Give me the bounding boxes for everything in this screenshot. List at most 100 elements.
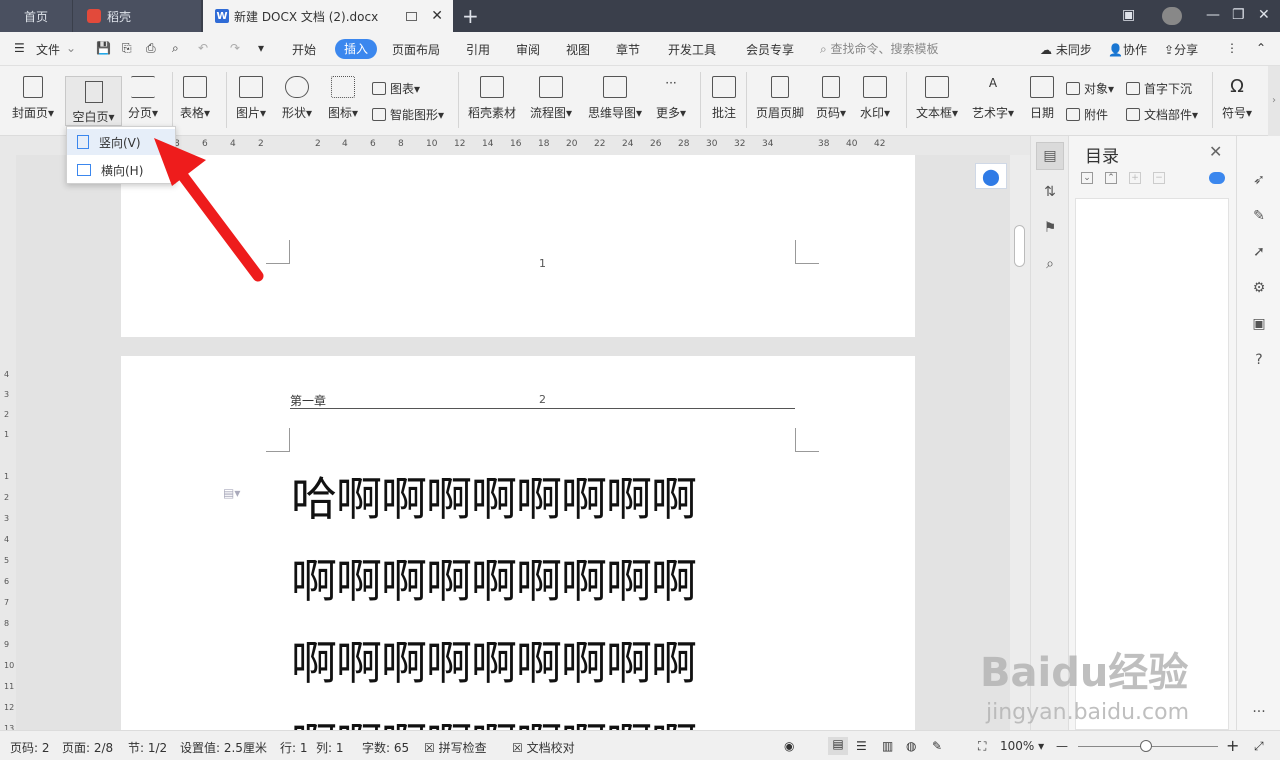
object-button[interactable]: 对象 ▾ [1066,80,1114,97]
close-icon[interactable]: ✕ [1209,142,1222,161]
tab-popout-icon[interactable] [406,11,418,21]
add-level-icon[interactable]: + [1129,172,1141,184]
menu-page-layout[interactable]: 页面布局 [392,41,440,58]
print-icon[interactable]: ⎙ [146,41,156,56]
icon-button[interactable]: 图标▾ [328,76,358,121]
shape-button[interactable]: 形状▾ [282,76,312,121]
tab-daoke[interactable]: 稻壳 [73,0,201,32]
write-view-icon[interactable]: ✎ [932,739,942,753]
page-number-button[interactable]: 页码▾ [816,76,846,121]
chevron-down-icon[interactable]: ⌄ [66,41,76,55]
status-col[interactable]: 列: 1 [316,739,344,756]
daoke-material-button[interactable]: 稻壳素材 [468,76,516,121]
menu-review[interactable]: 审阅 [516,41,540,58]
status-page[interactable]: 页面: 2/8 [62,739,113,756]
doc-parts-button[interactable]: 文档部件 ▾ [1126,106,1198,123]
share-button[interactable]: ⇪分享 [1164,41,1198,58]
fullscreen-icon[interactable]: ⤢ [1254,739,1264,754]
pen-icon[interactable]: ✎ [1247,204,1271,228]
status-page-code[interactable]: 页码: 2 [10,739,50,756]
window-count-icon[interactable]: ▣ [1122,7,1135,23]
body-text-line[interactable]: 啊啊啊啊啊啊啊啊啊 [291,545,697,611]
inbox-icon[interactable]: ▣ [1247,312,1271,336]
eye-icon[interactable]: ◉ [784,739,794,753]
cover-page-button[interactable]: 封面页▾ [12,76,54,121]
redo-icon[interactable]: ↷ [230,41,240,55]
new-tab-button[interactable]: + [462,4,479,28]
more-horizontal-icon[interactable]: ··· [1247,700,1271,724]
vertical-ruler[interactable]: 4 3 2 1 1 2 3 4 5 6 7 8 9 10 11 12 13 [0,155,16,733]
menu-references[interactable]: 引用 [466,41,490,58]
menu-section[interactable]: 章节 [616,41,640,58]
symbol-button[interactable]: Ω 符号▾ [1222,76,1252,121]
comment-button[interactable]: 批注 [712,76,736,121]
remove-level-icon[interactable]: − [1153,172,1165,184]
hamburger-icon[interactable]: ☰ [14,41,25,55]
expand-icon[interactable]: ⌄ [1081,172,1093,184]
search-icon[interactable]: ⌕ [1036,250,1064,278]
paragraph-mark-icon[interactable]: ▤▾ [223,486,240,500]
spellcheck-button[interactable]: ☒ 拼写检查 [424,739,487,756]
picture-button[interactable]: 图片▾ [236,76,266,121]
date-button[interactable]: 日期 [1030,76,1054,121]
menu-file[interactable]: 文件 [36,41,60,58]
ai-assistant-icon[interactable] [1209,172,1225,184]
undo-icon[interactable]: ↶ [198,41,208,55]
fit-page-icon[interactable]: ⛶ [978,739,986,754]
command-search-input[interactable]: ⌕ 查找命令、搜索模板 [820,38,955,60]
avatar[interactable] [1162,7,1182,25]
tab-home[interactable]: 首页 [0,0,72,32]
menu-view[interactable]: 视图 [566,41,590,58]
format-painter-icon[interactable]: ⎘ [122,41,132,56]
zoom-level-select[interactable]: 100% ▾ [1000,739,1044,753]
ribbon-scroll-right-icon[interactable]: › [1268,66,1280,136]
bookmark-icon[interactable]: ⚑ [1036,214,1064,242]
zoom-out-icon[interactable]: — [1056,739,1068,753]
restore-icon[interactable]: ❐ [1232,7,1245,23]
zoom-in-icon[interactable]: + [1226,736,1239,755]
navigation-icon[interactable]: ⇅ [1036,178,1064,206]
proofread-button[interactable]: ☒ 文档校对 [512,739,575,756]
quick-access-more-icon[interactable]: ▾ [258,41,264,55]
attachment-button[interactable]: 附件 [1066,106,1108,123]
body-text-line[interactable]: 啊啊啊啊啊啊啊啊啊 [291,709,697,730]
status-word-count[interactable]: 字数: 65 [362,739,409,756]
watermark-button[interactable]: 水印▾ [860,76,890,121]
table-button[interactable]: 表格▾ [180,76,210,121]
menu-start[interactable]: 开始 [292,41,316,58]
zoom-slider-thumb[interactable] [1140,740,1152,752]
page-break-button[interactable]: 分页▾ [128,76,158,121]
more-vertical-icon[interactable]: ⋮ [1226,41,1238,55]
collapse-icon[interactable]: ⌃ [1105,172,1117,184]
dropcap-button[interactable]: 首字下沉 [1126,80,1192,97]
print-preview-icon[interactable]: ⌕ [172,41,179,56]
more-button[interactable]: ··· 更多▾ [656,76,686,121]
help-icon[interactable]: ? [1247,348,1271,372]
mindmap-button[interactable]: 思维导图▾ [588,76,642,121]
header-footer-button[interactable]: 页眉页脚 [756,76,804,121]
body-text-line[interactable]: 哈啊啊啊啊啊啊啊啊 [291,463,697,529]
menu-member[interactable]: 会员专享 [746,41,794,58]
collab-button[interactable]: 👤协作 [1108,41,1147,58]
cloud-sync-button[interactable]: ☁ 未同步 [1040,41,1092,58]
page-view-icon[interactable]: ▤ [828,737,848,755]
sliders-icon[interactable]: ⚙ [1247,276,1271,300]
rocket-icon[interactable]: ➶ [1247,168,1271,192]
menu-insert[interactable]: 插入 [335,39,377,59]
reading-view-icon[interactable]: ▥ [882,739,893,753]
outline-view-icon[interactable]: ☰ [856,739,867,753]
menu-dev-tools[interactable]: 开发工具 [668,41,716,58]
status-section[interactable]: 节: 1/2 [128,739,167,756]
collapse-ribbon-icon[interactable]: ⌃ [1256,41,1266,55]
minimize-icon[interactable]: — [1206,7,1220,23]
blank-page-button[interactable]: 空白页▾ [65,76,122,126]
chart-button[interactable]: 图表 ▾ [372,80,420,97]
flowchart-button[interactable]: 流程图▾ [530,76,572,121]
location-pin-icon[interactable]: ⬤ [975,163,1007,189]
cursor-icon[interactable]: ➚ [1247,240,1271,264]
save-icon[interactable]: 💾 [96,41,111,55]
toc-toggle-icon[interactable]: ▤ [1036,142,1064,170]
status-setting[interactable]: 设置值: 2.5厘米 [180,739,267,756]
wordart-button[interactable]: A 艺术字▾ [972,76,1014,121]
body-text-line[interactable]: 啊啊啊啊啊啊啊啊啊 [291,627,697,693]
